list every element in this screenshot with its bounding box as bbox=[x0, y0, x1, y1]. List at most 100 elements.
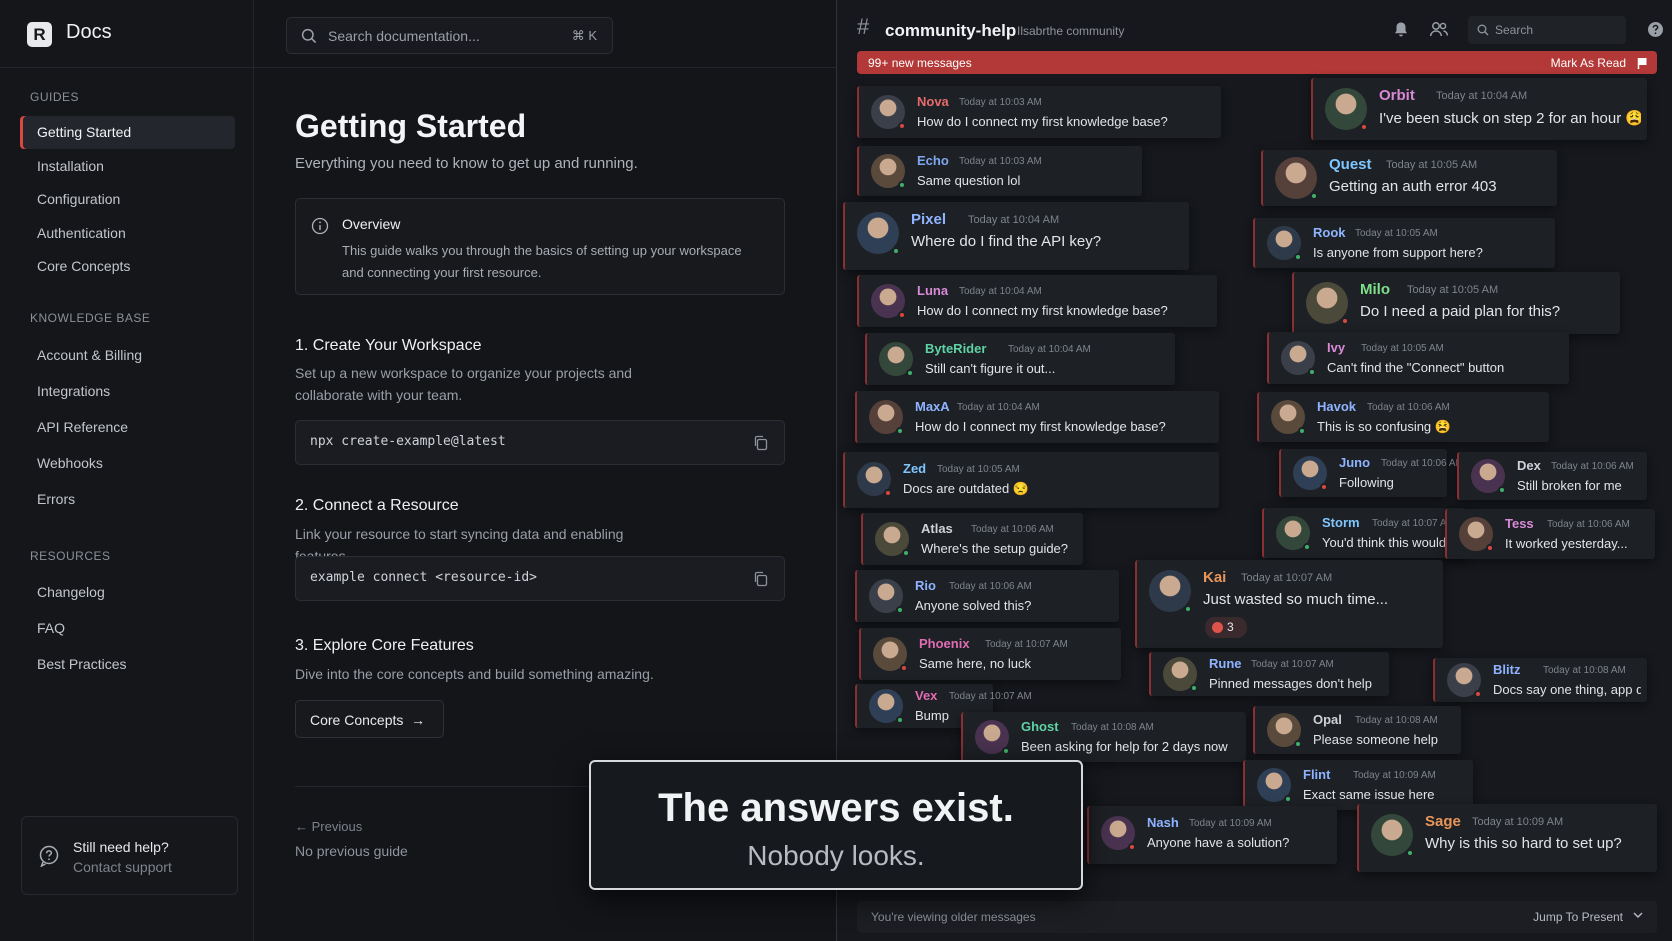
sidebar-item-core-concepts[interactable]: Core Concepts bbox=[20, 250, 235, 283]
message-author[interactable]: Storm bbox=[1322, 515, 1360, 530]
chat-message[interactable]: Nova Today at 10:03 AM How do I connect my… bbox=[857, 86, 1221, 138]
message-author[interactable]: Pixel bbox=[911, 211, 946, 228]
message-author[interactable]: Havok bbox=[1317, 399, 1356, 414]
chat-message[interactable]: Quest Today at 10:05 AM Getting an auth er… bbox=[1261, 150, 1557, 206]
help-icon[interactable] bbox=[1647, 21, 1664, 38]
avatar[interactable] bbox=[857, 212, 900, 255]
avatar[interactable] bbox=[1271, 400, 1306, 435]
chat-message[interactable]: Phoenix Today at 10:07 AM Same here, no lu… bbox=[859, 628, 1121, 680]
chat-message[interactable]: Tess Today at 10:06 AM It worked yesterday… bbox=[1445, 509, 1655, 559]
avatar[interactable] bbox=[1471, 459, 1506, 494]
brand-name[interactable]: Docs bbox=[66, 21, 112, 44]
new-messages-banner[interactable]: 99+ new messages Mark As Read bbox=[857, 51, 1657, 74]
avatar[interactable] bbox=[875, 522, 910, 557]
chat-message[interactable]: Pixel Today at 10:04 AM Where do I find th… bbox=[843, 202, 1189, 270]
message-author[interactable]: Kai bbox=[1203, 569, 1226, 586]
sidebar-item-integrations[interactable]: Integrations bbox=[20, 375, 235, 408]
mark-as-read-button[interactable]: Mark As Read bbox=[1551, 56, 1626, 70]
sidebar-item-authentication[interactable]: Authentication bbox=[20, 217, 235, 250]
message-author[interactable]: Sage bbox=[1425, 813, 1461, 830]
message-author[interactable]: Echo bbox=[917, 153, 949, 168]
message-author[interactable]: Juno bbox=[1339, 455, 1370, 470]
message-author[interactable]: Phoenix bbox=[919, 636, 970, 651]
message-author[interactable]: Atlas bbox=[921, 521, 953, 536]
avatar[interactable] bbox=[1149, 570, 1192, 613]
avatar[interactable] bbox=[1267, 226, 1302, 261]
message-author[interactable]: Rio bbox=[915, 578, 936, 593]
message-author[interactable]: Nash bbox=[1147, 815, 1179, 830]
chat-message[interactable]: Atlas Today at 10:06 AM Where's the setup … bbox=[861, 513, 1083, 565]
message-author[interactable]: Blitz bbox=[1493, 662, 1520, 677]
chat-message[interactable]: Juno Today at 10:06 AM Following bbox=[1279, 449, 1464, 497]
message-author[interactable]: Flint bbox=[1303, 767, 1330, 782]
chat-message[interactable]: Rook Today at 10:05 AM Is anyone from supp… bbox=[1253, 218, 1555, 268]
members-icon[interactable] bbox=[1429, 21, 1449, 37]
avatar[interactable] bbox=[871, 154, 906, 189]
message-author[interactable]: Rook bbox=[1313, 225, 1346, 240]
chat-message[interactable]: Sage Today at 10:09 AM Why is this so hard… bbox=[1357, 804, 1657, 872]
avatar[interactable] bbox=[873, 637, 908, 672]
chat-message[interactable]: Blitz Today at 10:08 AM Docs say one thing… bbox=[1433, 658, 1647, 702]
sidebar-item-account-billing[interactable]: Account & Billing bbox=[20, 339, 235, 372]
core-concepts-button[interactable]: Core Concepts → bbox=[295, 700, 444, 738]
chat-message[interactable]: Havok Today at 10:06 AM This is so confusi… bbox=[1257, 392, 1549, 442]
avatar[interactable] bbox=[1163, 657, 1198, 692]
avatar[interactable] bbox=[871, 95, 906, 130]
avatar[interactable] bbox=[1257, 768, 1292, 803]
avatar[interactable] bbox=[857, 462, 892, 497]
message-author[interactable]: Nova bbox=[917, 94, 949, 109]
jump-to-present-button[interactable]: Jump To Present bbox=[1533, 910, 1623, 924]
avatar[interactable] bbox=[871, 284, 906, 319]
chat-message[interactable]: Flint Today at 10:09 AM Exact same issue h… bbox=[1243, 760, 1473, 810]
avatar[interactable] bbox=[1293, 456, 1328, 491]
avatar[interactable] bbox=[1306, 282, 1349, 325]
avatar[interactable] bbox=[975, 720, 1010, 755]
sidebar-item-getting-started[interactable]: Getting Started bbox=[20, 116, 235, 149]
chat-message[interactable]: ByteRider Today at 10:04 AM Still can't fi… bbox=[865, 333, 1175, 385]
avatar[interactable] bbox=[1276, 516, 1311, 551]
message-author[interactable]: Ghost bbox=[1021, 719, 1059, 734]
avatar[interactable] bbox=[869, 689, 904, 724]
chat-message[interactable]: MaxA Today at 10:04 AM How do I connect my… bbox=[855, 391, 1219, 443]
help-card[interactable]: Still need help? Contact support bbox=[21, 816, 238, 895]
chat-message[interactable]: Dex Today at 10:06 AM Still broken for me bbox=[1457, 452, 1647, 500]
chat-message[interactable]: Milo Today at 10:05 AM Do I need a paid pl… bbox=[1292, 272, 1620, 334]
message-author[interactable]: Dex bbox=[1517, 458, 1541, 473]
message-author[interactable]: Rune bbox=[1209, 656, 1242, 671]
avatar[interactable] bbox=[1281, 341, 1316, 376]
avatar[interactable] bbox=[1325, 88, 1368, 131]
sidebar-item-webhooks[interactable]: Webhooks bbox=[20, 447, 235, 480]
previous-link[interactable]: ← Previous bbox=[295, 819, 362, 834]
message-author[interactable]: Vex bbox=[915, 688, 937, 703]
message-author[interactable]: Milo bbox=[1360, 281, 1390, 298]
message-author[interactable]: Tess bbox=[1505, 516, 1534, 531]
channel-search-input[interactable]: Search bbox=[1468, 16, 1626, 44]
avatar[interactable] bbox=[1267, 713, 1302, 748]
sidebar-item-best-practices[interactable]: Best Practices bbox=[20, 648, 235, 681]
search-input[interactable]: Search documentation... ⌘ K bbox=[286, 17, 613, 54]
sidebar-item-configuration[interactable]: Configuration bbox=[20, 183, 235, 216]
reaction-pill[interactable]: 3 bbox=[1205, 617, 1247, 638]
sidebar-item-errors[interactable]: Errors bbox=[20, 483, 235, 516]
sidebar-item-api-reference[interactable]: API Reference bbox=[20, 411, 235, 444]
avatar[interactable] bbox=[869, 400, 904, 435]
chat-message[interactable]: Ivy Today at 10:05 AM Can't find the "Conn… bbox=[1267, 332, 1569, 384]
bell-icon[interactable] bbox=[1393, 21, 1409, 38]
message-author[interactable]: ByteRider bbox=[925, 341, 986, 356]
sidebar-item-faq[interactable]: FAQ bbox=[20, 612, 235, 645]
avatar[interactable] bbox=[869, 579, 904, 614]
chat-message[interactable]: Kai Today at 10:07 AM Just wasted so much … bbox=[1135, 560, 1443, 648]
chat-message[interactable]: Echo Today at 10:03 AM Same question lol bbox=[857, 146, 1142, 196]
message-author[interactable]: Zed bbox=[903, 461, 926, 476]
message-author[interactable]: MaxA bbox=[915, 399, 950, 414]
avatar[interactable] bbox=[1447, 663, 1482, 698]
chat-message[interactable]: Zed Today at 10:05 AM Docs are outdated 😒 bbox=[843, 452, 1219, 508]
chat-message[interactable]: Storm Today at 10:07 AM You'd think this w… bbox=[1262, 508, 1466, 558]
message-author[interactable]: Quest bbox=[1329, 156, 1372, 173]
brand-logo[interactable]: R bbox=[27, 22, 52, 47]
copy-icon[interactable] bbox=[753, 571, 769, 587]
message-author[interactable]: Orbit bbox=[1379, 87, 1415, 104]
avatar[interactable] bbox=[879, 342, 914, 377]
contact-support-link[interactable]: Contact support bbox=[73, 859, 172, 875]
sidebar-item-changelog[interactable]: Changelog bbox=[20, 576, 235, 609]
